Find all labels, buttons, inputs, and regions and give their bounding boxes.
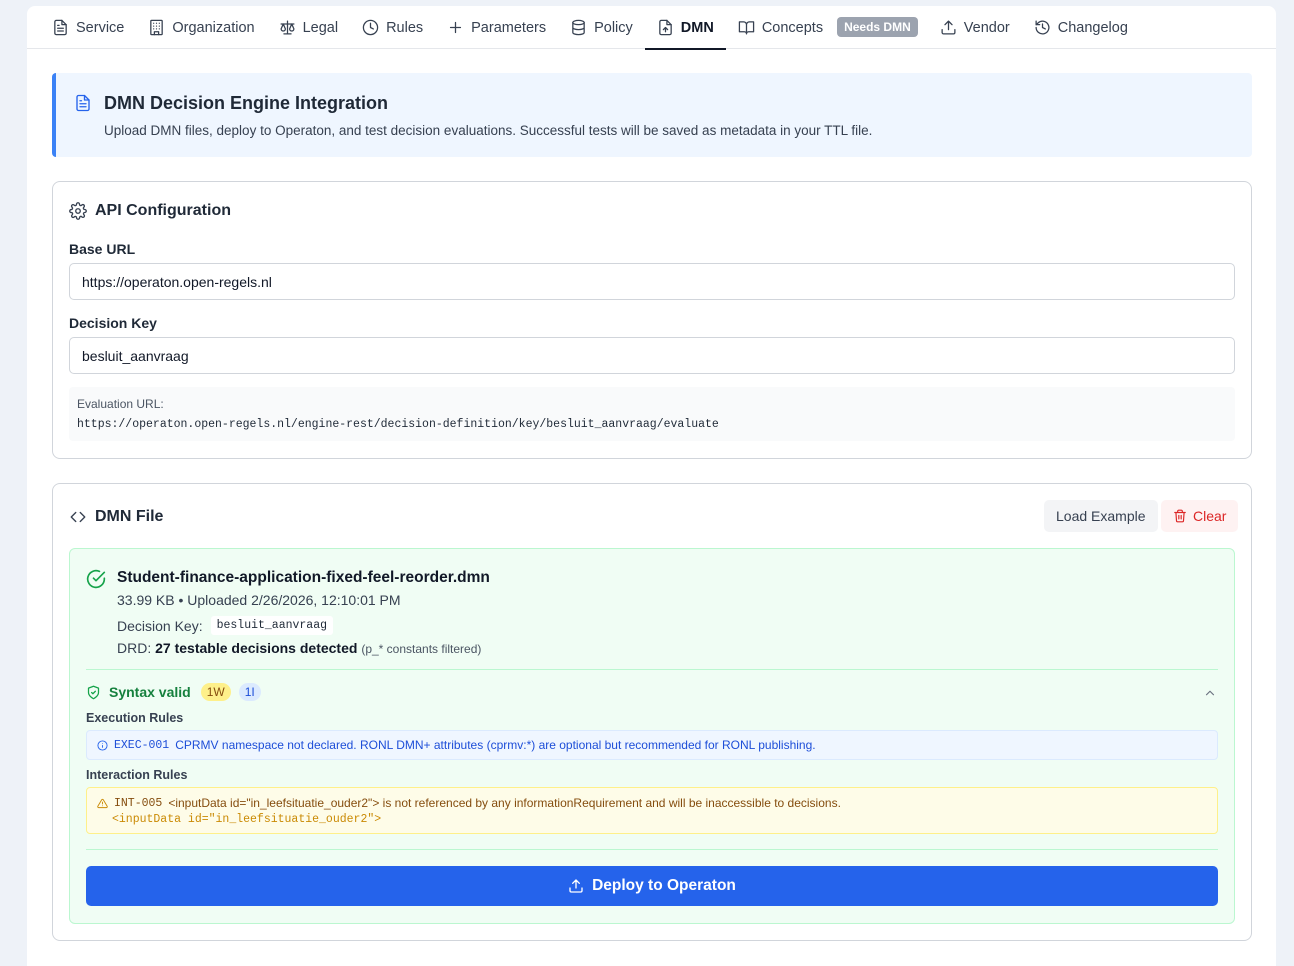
tab-policy[interactable]: Policy bbox=[558, 6, 645, 49]
clear-button[interactable]: Clear bbox=[1161, 500, 1239, 532]
tab-rules[interactable]: Rules bbox=[350, 6, 435, 49]
evaluation-url-label: Evaluation URL: bbox=[77, 397, 164, 411]
info-banner: DMN Decision Engine Integration Upload D… bbox=[52, 73, 1252, 157]
plus-icon bbox=[450, 21, 462, 34]
card-title: DMN File bbox=[69, 508, 163, 526]
file-decision-key: Decision Key: besluit_aanvraag bbox=[117, 616, 334, 635]
deploy-label: Deploy to Operaton bbox=[592, 877, 736, 894]
history-icon bbox=[1035, 20, 1050, 35]
divider bbox=[86, 849, 1218, 850]
upload-icon bbox=[941, 20, 956, 35]
execution-rules-label: Execution Rules bbox=[86, 711, 184, 725]
api-configuration-title: API Configuration bbox=[95, 202, 231, 219]
issue-code: INT-005 bbox=[114, 796, 163, 810]
chevron-up-icon[interactable] bbox=[1203, 686, 1217, 700]
issue-message: <inputData id="in_leefsituatie_ouder2"> … bbox=[168, 796, 841, 810]
tab-organization[interactable]: Organization bbox=[136, 6, 266, 49]
tab-label: Parameters bbox=[471, 19, 547, 36]
tab-label: Service bbox=[76, 19, 125, 36]
syntax-valid-label: Syntax valid bbox=[109, 684, 191, 700]
uploaded-file-panel: Student-finance-application-fixed-feel-r… bbox=[69, 548, 1235, 924]
dmn-file-title: DMN File bbox=[95, 508, 164, 525]
clear-label: Clear bbox=[1193, 508, 1227, 524]
info-count-badge: 1I bbox=[238, 683, 261, 701]
tab-dmn[interactable]: DMN bbox=[644, 6, 726, 50]
file-name: Student-finance-application-fixed-feel-r… bbox=[117, 569, 490, 586]
decision-key-label: Decision Key bbox=[69, 315, 157, 331]
issue-message: CPRMV namespace not declared. RONL DMN+ … bbox=[175, 738, 816, 752]
tab-label: DMN bbox=[680, 19, 714, 36]
warning-issue: INT-005 <inputData id="in_leefsituatie_o… bbox=[86, 787, 1218, 834]
dmn-file-card: DMN File Load Example Clear Student-fina… bbox=[52, 483, 1252, 941]
load-example-button[interactable]: Load Example bbox=[1044, 500, 1158, 532]
tab-label: Legal bbox=[302, 19, 339, 36]
file-text-icon bbox=[54, 19, 67, 36]
file-upload-icon bbox=[658, 19, 672, 36]
info-icon bbox=[97, 739, 108, 751]
warning-line: INT-005 <inputData id="in_leefsituatie_o… bbox=[97, 796, 841, 810]
tab-vendor[interactable]: Vendor bbox=[928, 6, 1022, 49]
code-icon bbox=[70, 511, 86, 523]
drd-summary: DRD: 27 testable decisions detected (p_*… bbox=[117, 640, 481, 656]
tab-label: Rules bbox=[386, 19, 424, 36]
card-title: API Configuration bbox=[69, 202, 231, 220]
decision-key-input[interactable] bbox=[69, 337, 1235, 374]
evaluation-url: https://operaton.open-regels.nl/engine-r… bbox=[77, 418, 719, 431]
trash-icon bbox=[1174, 509, 1186, 523]
tab-bar: Service Organization Legal Rules Paramet… bbox=[27, 6, 1276, 50]
divider bbox=[86, 669, 1218, 670]
check-circle-icon bbox=[86, 569, 106, 589]
tab-label: Vendor bbox=[963, 19, 1010, 36]
evaluation-url-box: Evaluation URL: https://operaton.open-re… bbox=[69, 387, 1235, 441]
drd-prefix: DRD: bbox=[117, 640, 152, 656]
issue-snippet: <inputData id="in_leefsituatie_ouder2"> bbox=[112, 813, 382, 826]
tab-label: Changelog bbox=[1057, 19, 1128, 36]
deploy-to-operaton-button[interactable]: Deploy to Operaton bbox=[86, 866, 1218, 906]
shield-check-icon bbox=[87, 685, 100, 699]
tab-parameters[interactable]: Parameters bbox=[435, 6, 558, 49]
tab-label: Organization bbox=[172, 19, 255, 36]
drd-count: 27 testable decisions detected bbox=[155, 640, 358, 656]
syntax-status[interactable]: Syntax valid 1W 1I bbox=[86, 683, 261, 701]
tab-concepts[interactable]: Concepts bbox=[726, 6, 835, 49]
alert-triangle-icon bbox=[97, 798, 108, 808]
issue-code: EXEC-001 bbox=[114, 738, 170, 752]
base-url-label: Base URL bbox=[69, 241, 136, 257]
tab-legal[interactable]: Legal bbox=[267, 6, 350, 49]
main-panel: Service Organization Legal Rules Paramet… bbox=[27, 6, 1276, 966]
tab-label: Concepts bbox=[761, 19, 824, 36]
upload-icon bbox=[569, 879, 583, 893]
drd-note: (p_* constants filtered) bbox=[361, 642, 482, 656]
clock-icon bbox=[362, 19, 379, 36]
banner-title: DMN Decision Engine Integration bbox=[104, 93, 389, 113]
book-open-icon bbox=[738, 21, 755, 35]
api-configuration-card: API Configuration Base URL Decision Key … bbox=[52, 181, 1252, 459]
warning-count-badge: 1W bbox=[200, 683, 231, 701]
decision-key-value: besluit_aanvraag bbox=[210, 616, 334, 635]
building-icon bbox=[150, 19, 164, 36]
tab-service[interactable]: Service bbox=[40, 6, 136, 49]
database-icon bbox=[572, 19, 585, 36]
interaction-rules-label: Interaction Rules bbox=[86, 768, 188, 782]
banner-description: Upload DMN files, deploy to Operaton, an… bbox=[104, 123, 873, 138]
info-issue: EXEC-001 CPRMV namespace not declared. R… bbox=[86, 730, 1218, 760]
decision-key-label: Decision Key: bbox=[117, 617, 203, 634]
scale-icon bbox=[280, 20, 295, 35]
file-text-icon bbox=[74, 93, 92, 113]
base-url-input[interactable] bbox=[69, 263, 1235, 300]
file-meta: 33.99 KB • Uploaded 2/26/2026, 12:10:01 … bbox=[117, 592, 401, 608]
tab-changelog[interactable]: Changelog bbox=[1022, 6, 1140, 49]
needs-dmn-badge: Needs DMN bbox=[837, 17, 918, 37]
gear-icon bbox=[69, 202, 87, 220]
tab-label: Policy bbox=[594, 19, 633, 36]
